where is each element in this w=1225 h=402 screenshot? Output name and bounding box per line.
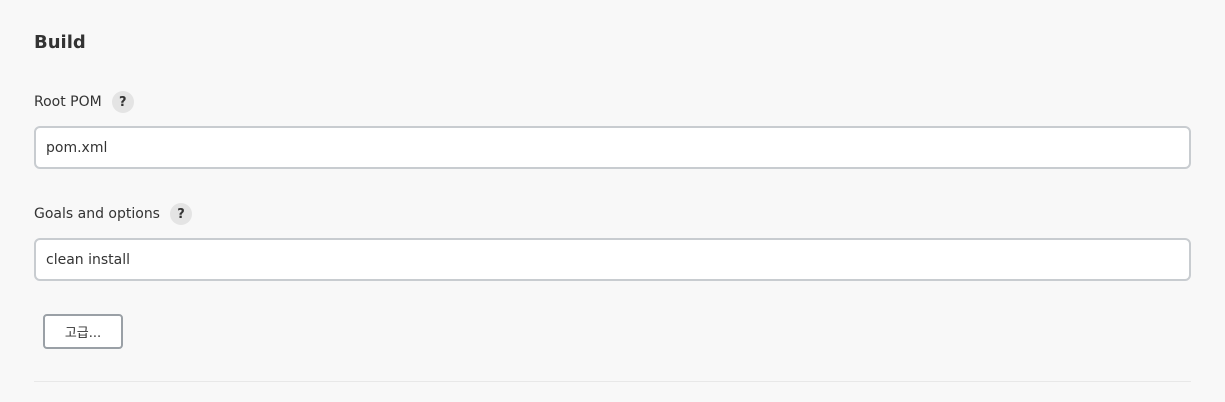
goals-label: Goals and options [34, 206, 160, 222]
root-pom-label-row: Root POM ? [34, 90, 134, 114]
advanced-button[interactable]: 고급... [43, 314, 123, 349]
help-icon[interactable]: ? [169, 203, 192, 225]
section-title: Build [34, 32, 86, 53]
root-pom-input[interactable] [34, 126, 1191, 169]
help-icon[interactable]: ? [111, 91, 134, 113]
section-divider [34, 381, 1191, 382]
build-section: Build Root POM ? Goals and options ? 고급.… [0, 0, 1225, 402]
root-pom-label: Root POM [34, 94, 102, 110]
goals-label-row: Goals and options ? [34, 202, 192, 226]
goals-input[interactable] [34, 238, 1191, 281]
